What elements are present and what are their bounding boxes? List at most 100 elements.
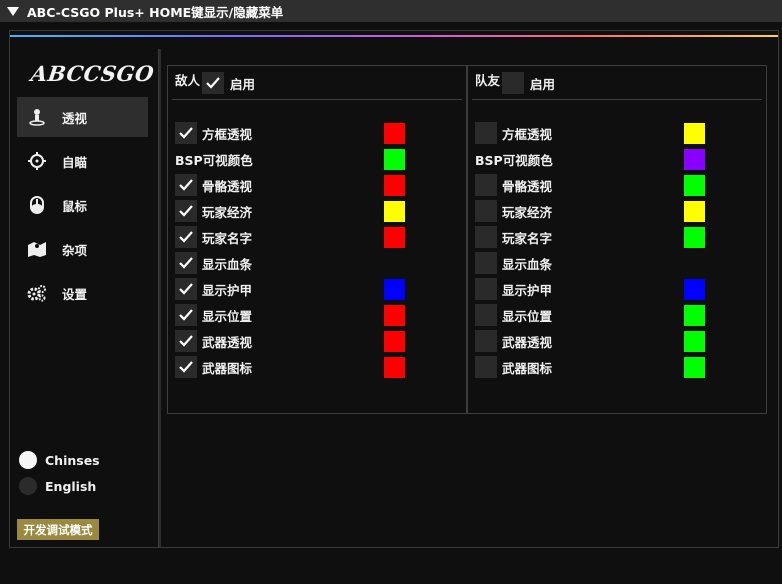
team-color-swatch[interactable] (684, 123, 705, 144)
team-color-swatch[interactable] (684, 201, 705, 222)
enemy-option-label: 玩家经济 (202, 204, 253, 220)
enemy-option-checkbox[interactable] (175, 330, 197, 352)
main-frame: ABCCSGO 透视 自瞄 鼠标 杂项 设置 Chinses English 开… (9, 30, 779, 548)
sidebar-item-esp[interactable]: 透视 (17, 97, 148, 137)
team-option-row: 玩家名字 (475, 226, 765, 248)
team-color-swatch[interactable] (684, 357, 705, 378)
collapse-triangle-icon[interactable] (7, 6, 19, 16)
enemy-header-divider (172, 99, 462, 100)
enemy-option-label: BSP可视颜色 (175, 152, 253, 168)
check-icon (179, 309, 193, 321)
team-option-checkbox[interactable] (475, 304, 497, 326)
enemy-option-label: 骨骼透视 (202, 178, 253, 194)
enemy-enable-label: 启用 (230, 76, 256, 92)
enemy-option-label: 显示位置 (202, 308, 253, 324)
enemy-color-swatch[interactable] (384, 149, 405, 170)
radio-unselected[interactable] (19, 477, 37, 495)
check-icon (179, 179, 193, 191)
check-icon (179, 127, 193, 139)
team-option-row: 显示血条 (475, 252, 765, 274)
team-color-swatch[interactable] (684, 149, 705, 170)
team-option-row: 骨骼透视 (475, 174, 765, 196)
team-color-swatch[interactable] (684, 305, 705, 326)
enemy-option-row: BSP可视颜色 (175, 148, 465, 170)
enemy-color-swatch[interactable] (384, 123, 405, 144)
enemy-color-swatch[interactable] (384, 357, 405, 378)
enemy-option-label: 玩家名字 (202, 230, 253, 246)
logo: ABCCSGO (29, 61, 156, 86)
team-color-swatch[interactable] (684, 279, 705, 300)
crosshair-icon (27, 151, 47, 171)
team-option-row: 玩家经济 (475, 200, 765, 222)
sidebar-item-aimbot[interactable]: 自瞄 (17, 141, 148, 181)
team-option-label: BSP可视颜色 (475, 152, 553, 168)
team-option-label: 方框透视 (502, 126, 553, 142)
enemy-option-checkbox[interactable] (175, 252, 197, 274)
mouse-icon (27, 195, 47, 215)
enemy-option-row: 玩家名字 (175, 226, 465, 248)
team-option-row: 方框透视 (475, 122, 765, 144)
enemy-option-checkbox[interactable] (175, 122, 197, 144)
language-label: English (45, 478, 97, 494)
team-option-label: 骨骼透视 (502, 178, 553, 194)
team-color-swatch[interactable] (684, 175, 705, 196)
gears-icon (27, 283, 47, 303)
team-color-swatch[interactable] (684, 227, 705, 248)
enemy-option-row: 方框透视 (175, 122, 465, 144)
team-option-row: 显示护甲 (475, 278, 765, 300)
team-option-checkbox[interactable] (475, 278, 497, 300)
enemy-option-label: 方框透视 (202, 126, 253, 142)
enemy-option-checkbox[interactable] (175, 200, 197, 222)
team-color-swatch[interactable] (684, 331, 705, 352)
map-icon (27, 239, 47, 259)
sidebar: ABCCSGO 透视 自瞄 鼠标 杂项 设置 Chinses English 开… (10, 49, 159, 547)
check-icon (179, 231, 193, 243)
team-option-label: 武器图标 (502, 360, 553, 376)
team-option-checkbox[interactable] (475, 200, 497, 222)
enemy-option-checkbox[interactable] (175, 356, 197, 378)
team-option-label: 玩家名字 (502, 230, 553, 246)
enemy-color-swatch[interactable] (384, 331, 405, 352)
team-option-label: 显示血条 (502, 256, 553, 272)
enemy-color-swatch[interactable] (384, 201, 405, 222)
language-option-chinese[interactable]: Chinses (19, 449, 139, 471)
enemy-option-row: 骨骼透视 (175, 174, 465, 196)
sidebar-item-label: 鼠标 (62, 198, 88, 214)
sidebar-divider (159, 49, 161, 547)
sidebar-item-settings[interactable]: 设置 (17, 273, 148, 313)
team-option-label: 显示护甲 (502, 282, 553, 298)
team-option-checkbox[interactable] (475, 356, 497, 378)
accent-gradient-line (10, 35, 778, 37)
check-icon (206, 77, 220, 89)
team-option-label: 显示位置 (502, 308, 553, 324)
dev-mode-button[interactable]: 开发调试模式 (17, 519, 99, 540)
enemy-enable-checkbox[interactable] (202, 72, 225, 94)
language-option-english[interactable]: English (19, 475, 139, 497)
enemy-color-swatch[interactable] (384, 305, 405, 326)
team-option-checkbox[interactable] (475, 122, 497, 144)
enemy-option-row: 武器透视 (175, 330, 465, 352)
team-option-checkbox[interactable] (475, 252, 497, 274)
title-bar[interactable]: ABC-CSGO Plus+ HOME键显示/隐藏菜单 (0, 0, 782, 22)
enemy-option-label: 武器透视 (202, 334, 253, 350)
enemy-option-checkbox[interactable] (175, 174, 197, 196)
enemy-option-row: 显示血条 (175, 252, 465, 274)
team-option-checkbox[interactable] (475, 330, 497, 352)
enemy-option-label: 显示护甲 (202, 282, 253, 298)
team-option-checkbox[interactable] (475, 226, 497, 248)
enemy-option-checkbox[interactable] (175, 226, 197, 248)
language-label: Chinses (45, 452, 100, 468)
team-option-row: 武器图标 (475, 356, 765, 378)
team-enable-checkbox[interactable] (502, 72, 525, 94)
enemy-option-checkbox[interactable] (175, 304, 197, 326)
enemy-color-swatch[interactable] (384, 279, 405, 300)
team-panel: 队友 启用 方框透视 BSP可视颜色 骨骼透视 玩家经济 玩家名字 显示血条 显示护甲 显示位… (467, 65, 767, 414)
enemy-color-swatch[interactable] (384, 175, 405, 196)
sidebar-item-mouse[interactable]: 鼠标 (17, 185, 148, 225)
enemy-option-checkbox[interactable] (175, 278, 197, 300)
team-option-checkbox[interactable] (475, 174, 497, 196)
enemy-color-swatch[interactable] (384, 227, 405, 248)
sidebar-item-misc[interactable]: 杂项 (17, 229, 148, 269)
radio-selected[interactable] (19, 451, 37, 469)
team-option-row: 武器透视 (475, 330, 765, 352)
